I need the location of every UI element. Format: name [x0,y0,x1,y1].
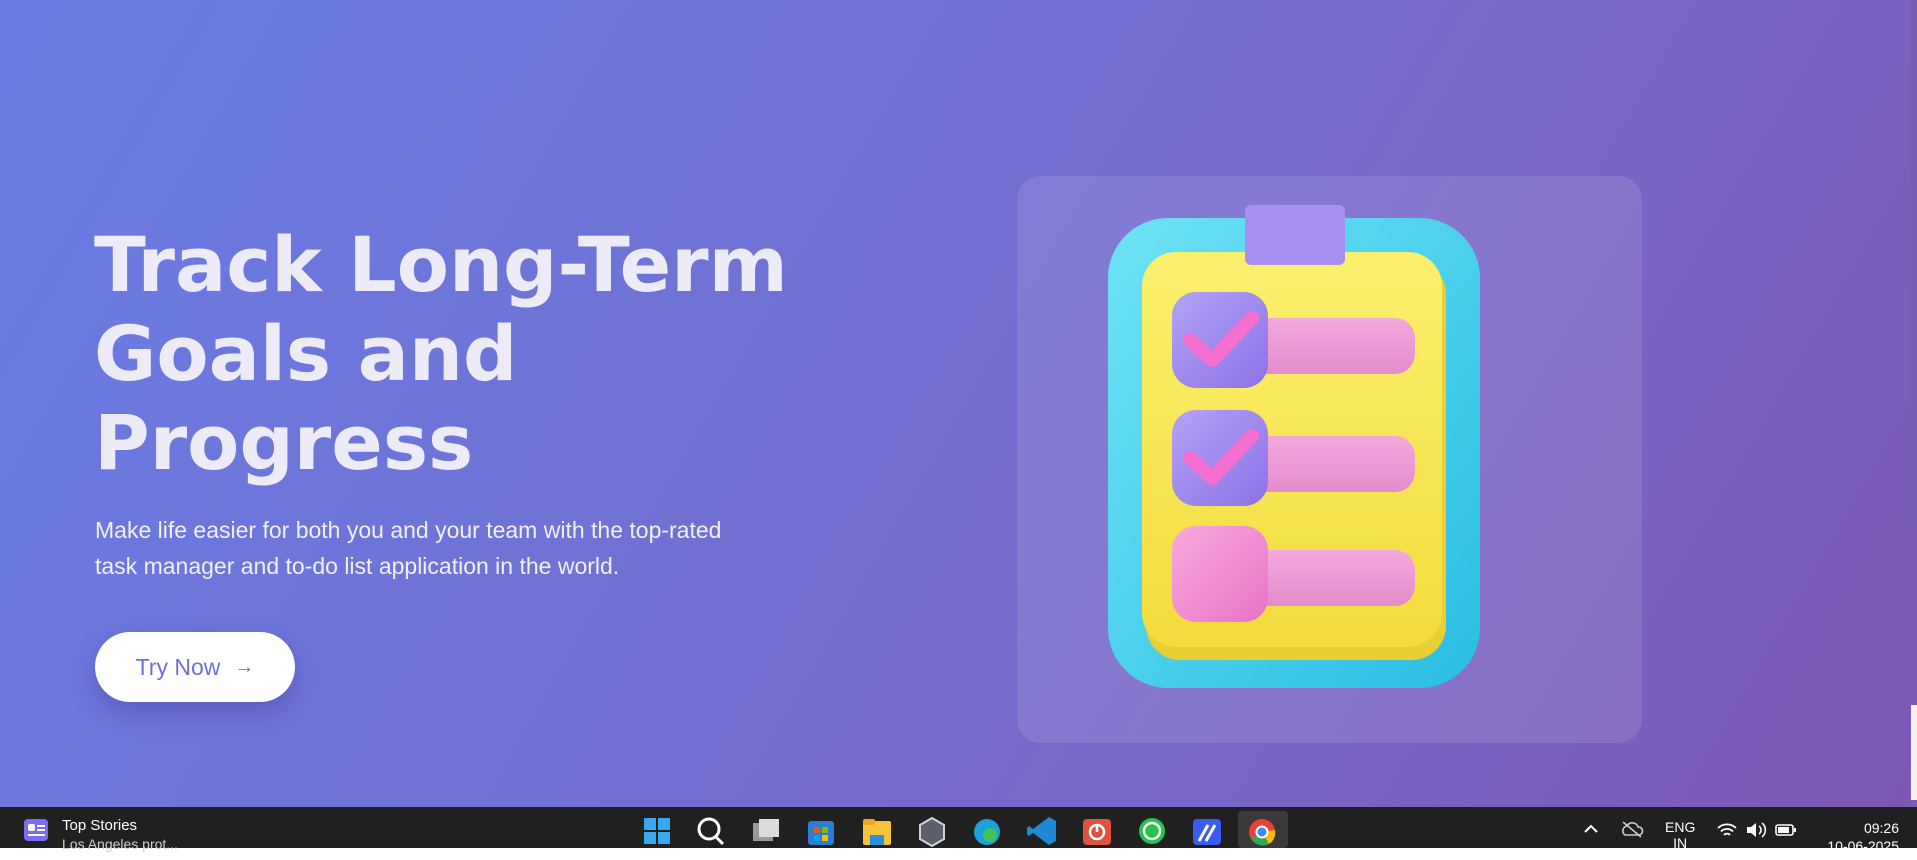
news-widget[interactable]: Top Stories Los Angeles prot... [22,807,178,852]
hero-subtitle-line-2: task manager and to-do list application … [95,553,620,579]
try-now-button[interactable]: Try Now → [95,632,295,702]
clipboard-checklist-icon [1108,205,1480,688]
news-widget-icon [24,819,48,841]
arrow-right-icon: → [234,655,255,678]
search-icon[interactable] [694,813,728,847]
hero-title: Track Long-Term Goals and Progress [94,220,794,487]
chrome-icon[interactable] [1245,813,1279,847]
hero-section: Track Long-Term Goals and Progress Make … [0,0,1917,807]
widget-subtitle: Los Angeles prot... [62,836,178,852]
language-line-1: ENG [1665,819,1696,835]
clock-date: 10-06-2025 [1827,838,1899,854]
app-red-icon[interactable] [1080,813,1114,847]
whatsapp-icon[interactable] [1135,813,1169,847]
checkbox-3 [1172,526,1268,622]
start-icon[interactable] [640,813,674,847]
app-cube-icon[interactable] [915,813,949,847]
chevron-up-icon[interactable] [1583,821,1599,837]
try-now-label: Try Now [135,653,221,680]
hero-subtitle: Make life easier for both you and your t… [95,512,745,584]
checklist-bar-2 [1245,436,1415,492]
hero-title-line-2: Goals and [94,309,518,398]
page-scrollbar[interactable] [1910,0,1917,807]
windows-taskbar: Top Stories Los Angeles prot... ENG IN 0… [0,807,1917,854]
app-blue-icon[interactable] [1190,813,1224,847]
edge-icon[interactable] [970,813,1004,847]
clock-time: 09:26 [1863,820,1899,836]
task-view-icon[interactable] [749,813,783,847]
clipboard-clip [1245,205,1345,265]
battery-icon[interactable] [1775,823,1797,837]
vscode-icon[interactable] [1025,813,1059,847]
language-indicator[interactable]: ENG IN [1665,819,1695,860]
checklist-bar-1 [1245,318,1415,374]
checklist-bar-3 [1245,550,1415,606]
scrollbar-thumb[interactable] [1911,705,1917,800]
wifi-icon[interactable] [1716,821,1738,839]
hero-subtitle-line-1: Make life easier for both you and your t… [95,517,722,543]
hero-title-line-3: Progress [94,398,474,487]
store-icon[interactable] [804,813,838,847]
widget-title: Top Stories [62,817,138,834]
file-explorer-icon[interactable] [860,813,894,847]
hero-title-line-1: Track Long-Term [94,220,788,309]
cloud-offline-icon[interactable] [1620,820,1644,838]
clock[interactable]: 09:26 10-06-2025 [1827,819,1899,855]
volume-icon[interactable] [1745,821,1767,839]
language-line-2: IN [1673,835,1688,851]
